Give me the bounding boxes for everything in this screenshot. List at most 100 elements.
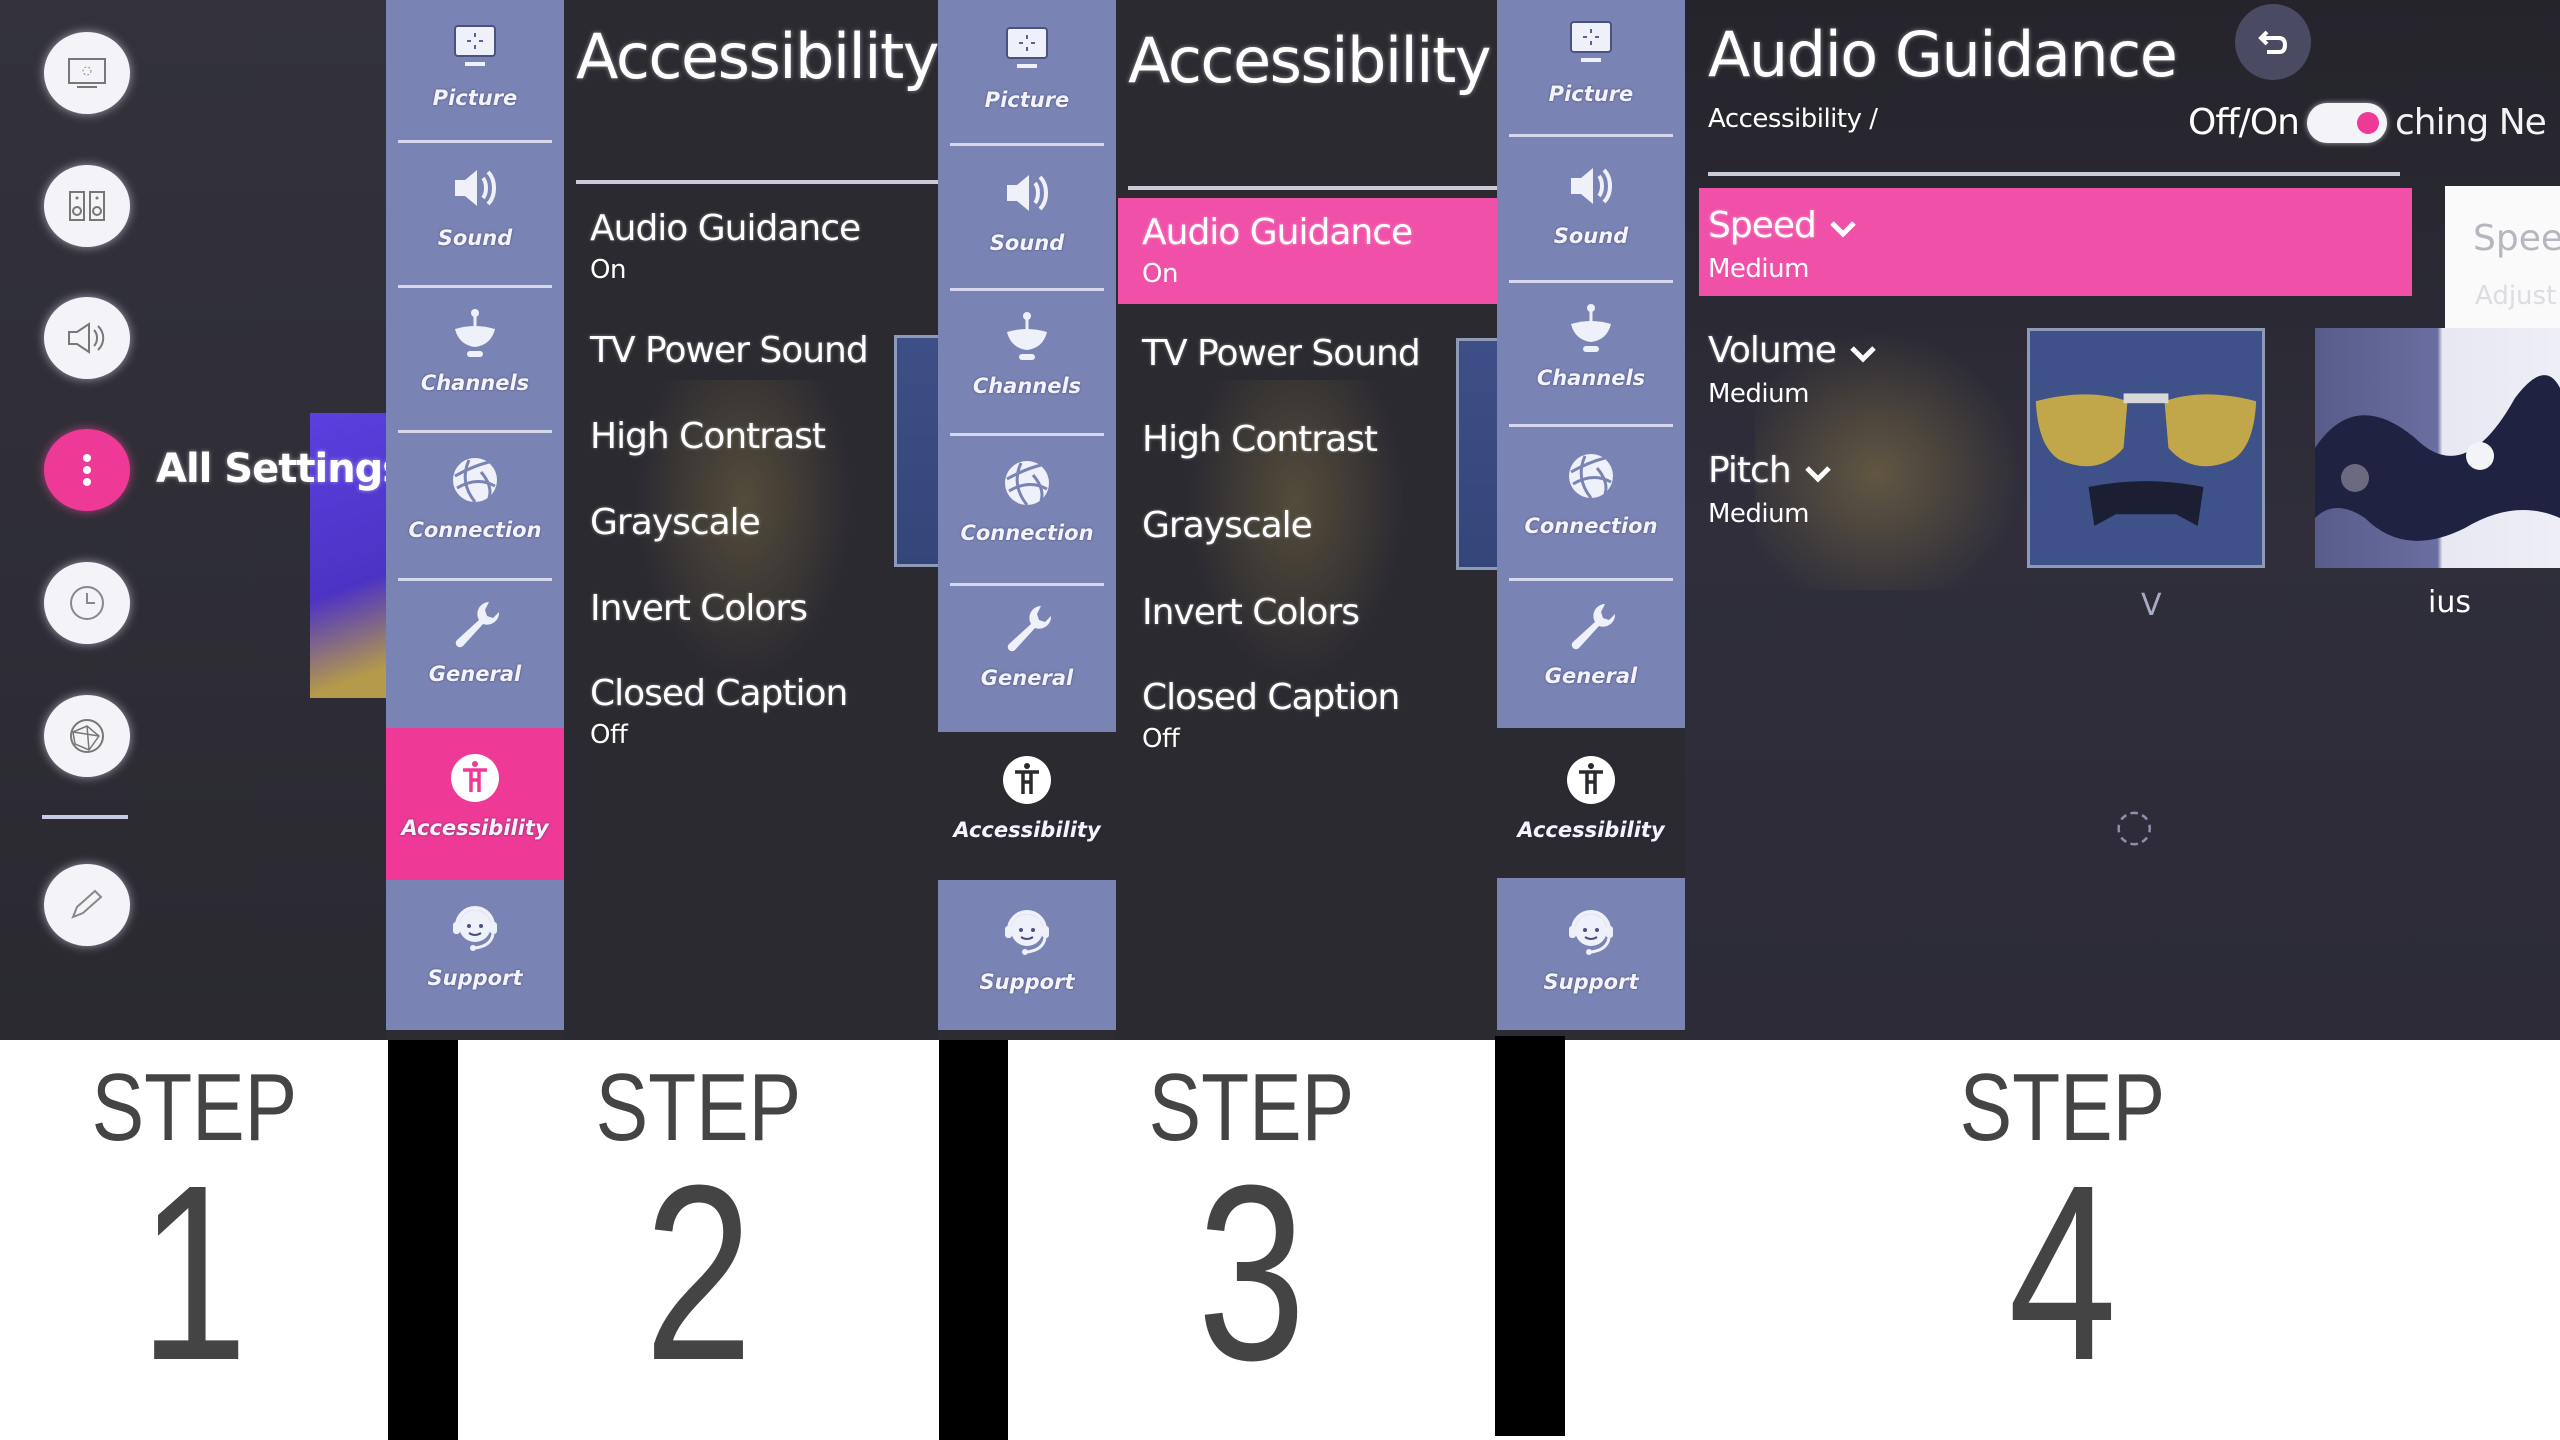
step-separator xyxy=(388,1040,458,1440)
sidebar-item-sound[interactable]: Sound xyxy=(386,160,564,250)
headset-icon xyxy=(997,904,1057,964)
abstract-artwork xyxy=(2315,375,2560,541)
sidebar-item-label: Support xyxy=(979,970,1075,994)
sidebar-item-label: Picture xyxy=(984,88,1070,112)
sidebar-item-general[interactable]: General xyxy=(386,596,564,686)
menu-item-value: Off xyxy=(590,720,628,750)
step-separator xyxy=(1495,1036,1565,1436)
sidebar-item-support[interactable]: Support xyxy=(386,900,564,990)
menu-item-high-contrast[interactable]: High Contrast xyxy=(590,416,826,457)
breadcrumb[interactable]: Accessibility / xyxy=(1708,104,1878,134)
sidebar-item-support[interactable]: Support xyxy=(938,904,1116,994)
setting-label-text: Pitch xyxy=(1708,450,1792,491)
sidebar-item-accessibility[interactable]: Accessibility xyxy=(386,750,564,840)
menu-item-grayscale[interactable]: Grayscale xyxy=(1142,505,1313,546)
menu-item-tv-power-sound[interactable]: TV Power Sound xyxy=(590,330,869,371)
sidebar-item-general[interactable]: General xyxy=(1497,598,1685,688)
sidebar-item-channels[interactable]: Channels xyxy=(386,305,564,395)
menu-item-audio-guidance[interactable]: Audio Guidance On xyxy=(1142,212,1413,289)
sidebar-item-label: General xyxy=(980,666,1074,690)
menu-item-high-contrast[interactable]: High Contrast xyxy=(1142,419,1378,460)
setting-label: Pitch xyxy=(1708,450,1833,493)
quick-network-button[interactable] xyxy=(44,695,130,777)
back-button[interactable] xyxy=(2235,4,2311,80)
step-label-3: STEP 3 xyxy=(1008,1040,1495,1440)
setting-label-text: Volume xyxy=(1708,330,1837,371)
sidebar-item-sound[interactable]: Sound xyxy=(938,165,1116,255)
picture-icon xyxy=(1561,16,1621,76)
menu-item-label: Invert Colors xyxy=(590,588,808,629)
all-settings-button[interactable] xyxy=(44,429,130,511)
sidebar-separator xyxy=(398,578,552,581)
quick-edit-button[interactable] xyxy=(44,864,130,946)
menu-item-invert-colors[interactable]: Invert Colors xyxy=(1142,592,1360,633)
sidebar-item-picture[interactable]: Picture xyxy=(1497,16,1685,106)
all-settings-label: All Settings xyxy=(156,446,386,492)
menu-item-label: Closed Caption xyxy=(590,673,848,714)
sidebar-item-support[interactable]: Support xyxy=(1497,904,1685,994)
setting-pitch-dropdown[interactable]: Pitch Medium xyxy=(1708,450,1833,529)
sidebar-item-sound[interactable]: Sound xyxy=(1497,158,1685,248)
sidebar-item-label: Accessibility xyxy=(401,816,549,840)
sidebar-separator xyxy=(398,285,552,288)
tv-screenshots-strip: All Settings Accessibility Accessibility… xyxy=(0,0,2560,1040)
menu-item-label: Grayscale xyxy=(1142,505,1313,546)
background-label: V xyxy=(2141,588,2162,623)
menu-item-closed-caption[interactable]: Closed Caption Off xyxy=(590,673,848,750)
speakers-icon xyxy=(69,191,105,221)
step-number: 1 xyxy=(139,1133,249,1412)
background-partial-text: ching Ne xyxy=(2394,102,2547,143)
sidebar-item-label: Connection xyxy=(408,518,542,542)
sidebar-item-general[interactable]: General xyxy=(938,600,1116,690)
wrench-icon xyxy=(1561,598,1621,658)
sidebar-item-label: Accessibility xyxy=(1517,818,1665,842)
sidebar-item-channels[interactable]: Channels xyxy=(1497,300,1685,390)
sidebar-item-accessibility[interactable]: Accessibility xyxy=(1497,752,1685,842)
setting-speed-dropdown[interactable]: Speed Medium xyxy=(1708,205,1858,284)
sidebar-separator xyxy=(398,140,552,143)
quick-picture-button[interactable] xyxy=(44,32,130,114)
quick-timer-button[interactable] xyxy=(44,562,130,644)
wrench-icon xyxy=(445,596,505,656)
menu-item-label: TV Power Sound xyxy=(1142,333,1421,374)
quick-speakers-button[interactable] xyxy=(44,165,130,247)
sidebar-item-label: Channels xyxy=(1536,366,1646,390)
menu-item-grayscale[interactable]: Grayscale xyxy=(590,502,761,543)
tooltip-title: Speed xyxy=(2473,218,2560,259)
tooltip-subtitle: Adjust xyxy=(2475,281,2557,311)
wrench-icon xyxy=(997,600,1057,660)
sidebar-item-picture[interactable]: Picture xyxy=(386,20,564,110)
sidebar-item-picture[interactable]: Picture xyxy=(938,22,1116,112)
chevron-down-icon xyxy=(1828,207,1858,248)
step-label-2: STEP 2 xyxy=(458,1040,939,1440)
setting-volume-dropdown[interactable]: Volume Medium xyxy=(1708,330,1878,409)
sidebar-item-label: Support xyxy=(1543,970,1639,994)
sound-icon xyxy=(445,160,505,220)
menu-item-tv-power-sound[interactable]: TV Power Sound xyxy=(1142,333,1421,374)
menu-item-audio-guidance[interactable]: Audio Guidance On xyxy=(590,208,861,285)
satellite-dish-icon xyxy=(997,308,1057,368)
background-poster xyxy=(2315,328,2560,568)
menu-item-closed-caption[interactable]: Closed Caption Off xyxy=(1142,677,1400,754)
quick-sound-button[interactable] xyxy=(44,297,130,379)
step-label-1: STEP 1 xyxy=(0,1040,388,1440)
audio-guidance-toggle-row: Off/On ching Ne xyxy=(2188,102,2547,143)
menu-item-invert-colors[interactable]: Invert Colors xyxy=(590,588,808,629)
accessibility-icon xyxy=(997,752,1057,812)
sidebar-item-channels[interactable]: Channels xyxy=(938,308,1116,398)
headset-icon xyxy=(445,900,505,960)
audio-guidance-toggle[interactable] xyxy=(2306,102,2387,143)
sidebar-item-label: Picture xyxy=(1548,82,1634,106)
menu-item-label: Audio Guidance xyxy=(590,208,861,249)
page-title: Audio Guidance xyxy=(1708,18,2178,91)
sidebar-item-connection[interactable]: Connection xyxy=(938,455,1116,545)
sidebar-item-connection[interactable]: Connection xyxy=(1497,448,1685,538)
headset-icon xyxy=(1561,904,1621,964)
sidebar-separator xyxy=(950,433,1104,436)
sidebar-item-label: Connection xyxy=(1524,514,1658,538)
sidebar-item-accessibility[interactable]: Accessibility xyxy=(938,752,1116,842)
page-title: Accessibility xyxy=(576,20,938,93)
sidebar-item-connection[interactable]: Connection xyxy=(386,452,564,542)
sidebar-separator xyxy=(950,583,1104,586)
sidebar-separator xyxy=(1509,578,1673,581)
